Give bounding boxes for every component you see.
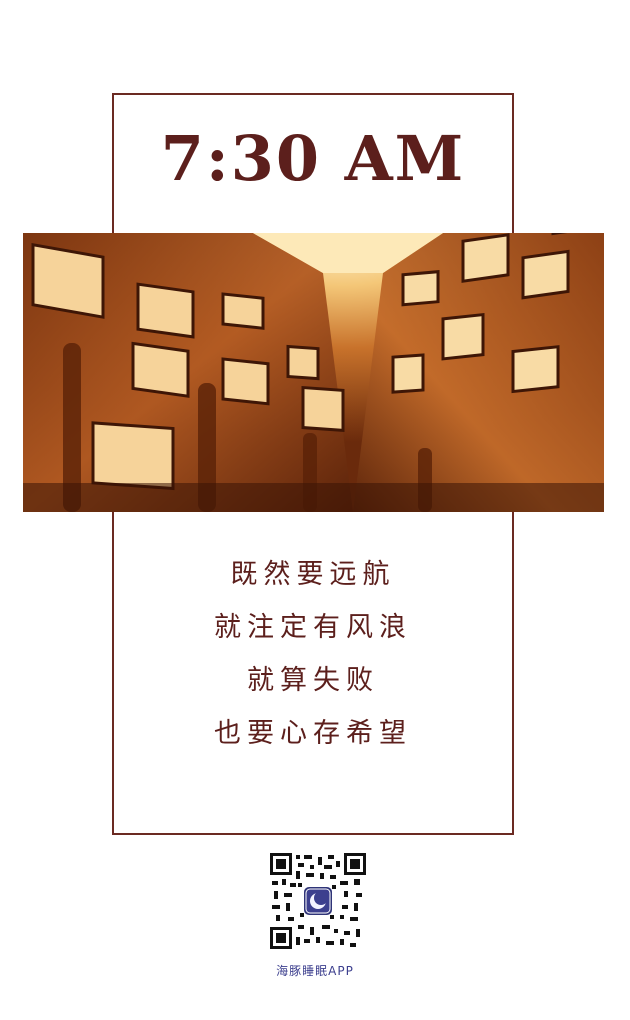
- quote-block: 既然要远航 就注定有风浪 就算失败 也要心存希望: [112, 548, 514, 760]
- quote-line: 就注定有风浪: [214, 612, 412, 643]
- quote-line: 既然要远航: [230, 559, 396, 590]
- building-courtyard-photo: [23, 233, 604, 512]
- qr-code[interactable]: [270, 853, 366, 949]
- quote-line: 也要心存希望: [214, 718, 412, 749]
- app-name: 海豚睡眠APP: [276, 964, 354, 978]
- quote-line: 就算失败: [247, 665, 379, 696]
- time-display: 7:30 AM: [160, 122, 466, 195]
